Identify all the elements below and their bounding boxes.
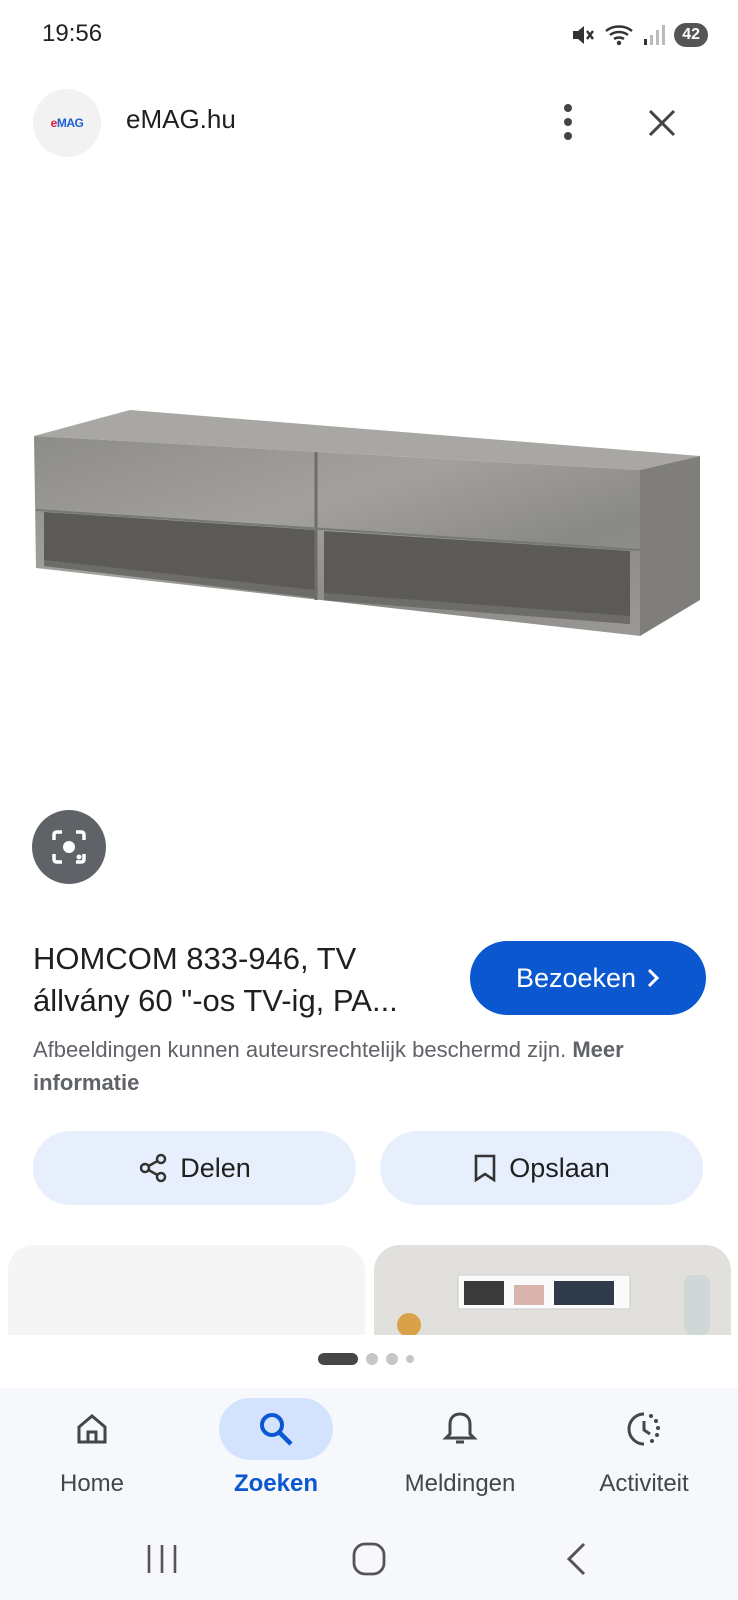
share-label: Delen [180, 1152, 251, 1183]
recent-apps-button[interactable] [132, 1534, 192, 1584]
home-icon [77, 1414, 107, 1444]
carousel-dot [366, 1353, 378, 1365]
bottom-navigation: Home Zoeken Meldingen Activiteit [0, 1388, 738, 1518]
save-button[interactable]: Opslaan [380, 1131, 703, 1205]
nav-home-label: Home [59, 1470, 125, 1497]
carousel-indicator [318, 1353, 414, 1365]
more-vert-icon [564, 104, 572, 140]
recent-apps-icon [147, 1545, 177, 1573]
carousel-dot [406, 1355, 414, 1363]
carousel-dot-active [318, 1353, 358, 1365]
save-label: Opslaan [509, 1152, 610, 1183]
signal-icon [644, 25, 666, 45]
more-options-button[interactable] [548, 100, 588, 144]
status-icons: 42 [570, 20, 708, 50]
nav-activity[interactable]: Activiteit [552, 1388, 736, 1518]
site-logo[interactable]: eMAG [33, 89, 101, 157]
search-icon [260, 1413, 293, 1446]
mute-icon [573, 26, 595, 44]
visit-label: Bezoeken [515, 962, 637, 993]
related-image-thumbnail[interactable] [374, 1245, 731, 1335]
nav-notifications[interactable]: Meldingen [368, 1388, 552, 1518]
product-title[interactable]: HOMCOM 833-946, TV állvány 60 "-os TV-ig… [33, 938, 443, 1022]
carousel-dot [386, 1353, 398, 1365]
room-scene-image [374, 1245, 731, 1335]
nav-search[interactable]: Zoeken [184, 1388, 368, 1518]
copyright-notice: Afbeeldingen kunnen auteursrechtelijk be… [33, 1037, 624, 1095]
site-name[interactable]: eMAG.hu [126, 104, 236, 135]
status-time: 19:56 [42, 20, 103, 47]
bell-icon [442, 1412, 478, 1444]
logo-text: eMAG [50, 116, 84, 130]
activity-icon [627, 1412, 660, 1446]
nav-search-label: Zoeken [233, 1470, 319, 1497]
close-button[interactable] [640, 101, 684, 145]
close-icon [648, 109, 676, 137]
home-system-button[interactable] [339, 1534, 399, 1584]
share-button[interactable]: Delen [33, 1131, 356, 1205]
lens-button[interactable] [32, 810, 106, 884]
chevron-right-icon [647, 968, 660, 988]
home-circle-icon [352, 1542, 386, 1576]
nav-activity-label: Activiteit [599, 1470, 689, 1497]
back-button[interactable] [546, 1534, 606, 1584]
battery-icon: 42 [674, 23, 708, 47]
product-image[interactable] [0, 400, 738, 660]
nav-notifications-label: Meldingen [404, 1470, 516, 1497]
wifi-icon [605, 25, 633, 46]
lens-icon [52, 830, 86, 864]
system-navigation-bar [0, 1518, 738, 1600]
share-icon [139, 1153, 167, 1183]
bookmark-icon [474, 1154, 496, 1183]
nav-home[interactable]: Home [0, 1388, 184, 1518]
visit-button[interactable]: Bezoeken [470, 941, 706, 1015]
related-image-thumbnail[interactable] [8, 1245, 365, 1335]
back-icon [566, 1542, 586, 1576]
